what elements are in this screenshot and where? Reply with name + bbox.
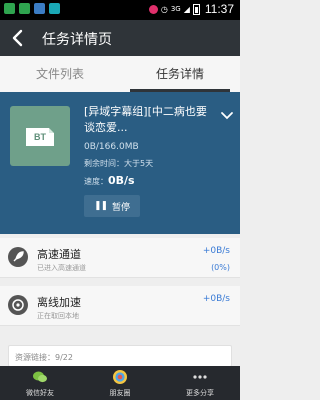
app-notification-icon xyxy=(4,3,15,14)
app-notification-icon xyxy=(19,3,30,14)
offline-title: 离线加速 xyxy=(37,296,81,309)
moments-icon xyxy=(112,369,128,385)
remaining-time: 剩余时间：大于5天 xyxy=(84,159,154,168)
share-more-label: 更多分享 xyxy=(186,389,214,397)
share-wechat-friends[interactable]: 微信好友 xyxy=(0,366,80,400)
tab-task-details[interactable]: 任务详情 xyxy=(120,56,240,92)
share-bar: 微信好友 朋友圈 更多分享 xyxy=(0,366,240,400)
alarm-icon: ◷ xyxy=(160,4,168,14)
app-notification-icon xyxy=(49,3,60,14)
offline-acceleration-row[interactable]: 离线加速 正在取回本地 +0B/s xyxy=(0,286,240,326)
rocket-icon xyxy=(8,247,28,267)
offline-speed: +0B/s xyxy=(202,294,230,304)
high-speed-title: 高速通道 xyxy=(37,248,81,261)
pause-icon: ❚❚ xyxy=(93,201,108,211)
torrent-thumbnail: BT xyxy=(10,106,70,166)
back-arrow-icon[interactable] xyxy=(8,28,28,48)
speed-value: 0B/s xyxy=(108,174,135,187)
share-more[interactable]: 更多分享 xyxy=(160,366,240,400)
page-title: 任务详情页 xyxy=(42,32,112,48)
resource-links-label: 资源链接：9/22 xyxy=(15,353,73,362)
chevron-down-icon[interactable] xyxy=(220,106,234,120)
tab-file-list[interactable]: 文件列表 xyxy=(0,56,120,92)
share-wechat-label: 微信好友 xyxy=(26,389,54,397)
file-name: [异域字幕组][中二病也要谈恋爱... xyxy=(84,105,207,134)
speed-line: 速度：0B/s xyxy=(84,174,135,187)
offline-status: 正在取回本地 xyxy=(37,312,79,320)
network-type: 3G xyxy=(170,4,181,13)
notification-icons xyxy=(4,3,60,14)
bt-file-icon: BT xyxy=(26,128,54,146)
task-summary: BT [异域字幕组][中二病也要谈恋爱... 0B/166.0MB 剩余时间：大… xyxy=(0,92,240,234)
sync-icon xyxy=(148,4,158,14)
pause-button[interactable]: ❚❚ 暂停 xyxy=(84,195,140,217)
high-speed-channel-row[interactable]: 高速通道 已进入高速通道 +0B/s (0%) xyxy=(0,238,240,278)
app-notification-icon xyxy=(34,3,45,14)
high-speed-status: 已进入高速通道 xyxy=(37,264,86,272)
high-speed-percent: (0%) xyxy=(211,263,230,272)
offline-icon xyxy=(8,295,28,315)
share-moments-label: 朋友圈 xyxy=(109,389,131,397)
share-moments[interactable]: 朋友圈 xyxy=(80,366,160,400)
speed-label: 速度： xyxy=(84,177,108,186)
app-bar: 任务详情页 xyxy=(0,20,240,56)
high-speed-speed: +0B/s xyxy=(202,246,230,256)
wechat-icon xyxy=(32,369,48,385)
download-size: 0B/166.0MB xyxy=(84,142,139,152)
signal-icon: ◢ xyxy=(183,4,190,14)
battery-icon xyxy=(192,3,200,15)
pause-label: 暂停 xyxy=(112,202,131,213)
tab-bar: 文件列表 任务详情 xyxy=(0,56,240,92)
status-bar: ◷ 3G ◢ 11:37 xyxy=(0,0,240,20)
resource-links[interactable]: 资源链接：9/22 xyxy=(8,345,232,367)
status-indicators: ◷ 3G ◢ 11:37 xyxy=(148,2,234,16)
more-icon xyxy=(192,369,208,385)
clock: 11:37 xyxy=(204,2,234,16)
